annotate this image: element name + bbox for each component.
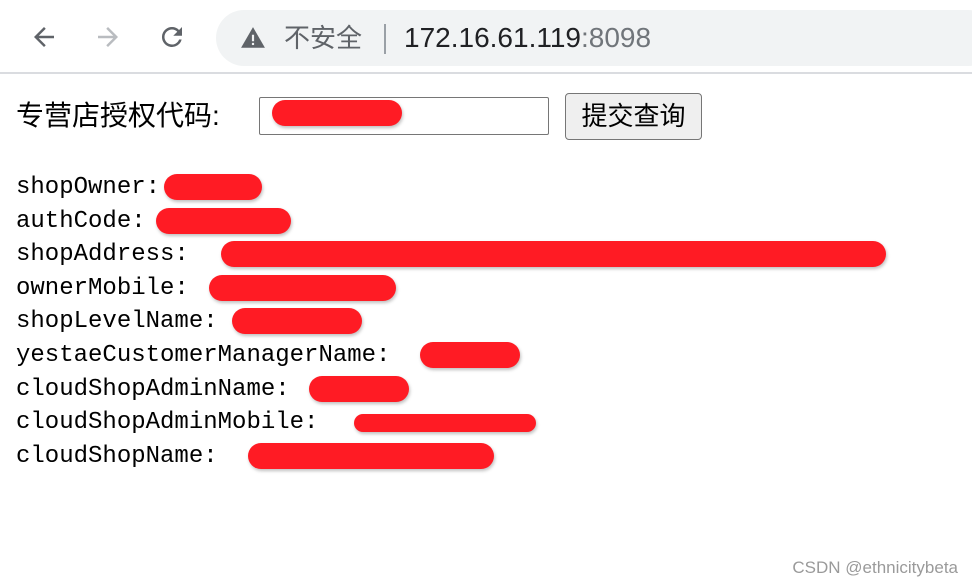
arrow-right-icon xyxy=(98,27,118,47)
info-row-shop-address: shopAddress: xyxy=(16,238,886,272)
warning-triangle-icon xyxy=(241,27,265,48)
cloud-shop-name-label: cloudShopName: xyxy=(16,442,218,470)
address-bar[interactable]: 不安全 172.16.61.119:8098 xyxy=(216,10,972,66)
info-row-owner-mobile: ownerMobile: xyxy=(16,272,396,306)
arrow-left-icon xyxy=(34,27,54,47)
csdn-watermark: CSDN @ethnicitybeta xyxy=(792,558,958,577)
auth-code-field-label: authCode: xyxy=(16,207,146,235)
info-row-cloud-admin-name: cloudShopAdminName: xyxy=(16,373,409,407)
url-text[interactable]: 172.16.61.119:8098 xyxy=(404,21,651,55)
cloud-shop-admin-name-label: cloudShopAdminName: xyxy=(16,375,290,403)
shop-address-label: shopAddress: xyxy=(16,241,189,269)
omnibox-divider xyxy=(384,24,386,54)
shop-level-name-label: shopLevelName: xyxy=(16,308,218,336)
info-row-auth-code: authCode: xyxy=(16,205,390,239)
redaction-mark xyxy=(272,100,402,126)
redaction-mark xyxy=(420,341,520,368)
redaction-mark xyxy=(354,414,536,433)
reload-button[interactable] xyxy=(154,19,190,55)
auth-code-label: 专营店授权代码: xyxy=(16,100,220,131)
back-button[interactable] xyxy=(26,19,62,55)
cloud-shop-admin-mobile-label: cloudShopAdminMobile: xyxy=(16,409,319,437)
submit-query-button[interactable]: 提交查询 xyxy=(565,93,702,140)
owner-mobile-label: ownerMobile: xyxy=(16,274,189,302)
shop-owner-label: shopOwner: xyxy=(16,174,161,201)
info-row-shop-level: shopLevelName: xyxy=(16,305,390,339)
url-host: 172.16.61.119 xyxy=(404,22,581,53)
redaction-mark xyxy=(221,241,886,268)
redaction-mark xyxy=(209,274,396,301)
url-port: :8098 xyxy=(580,22,652,53)
reload-icon xyxy=(161,26,182,47)
info-row-customer-manager: yestaeCustomerManagerName: xyxy=(16,339,520,373)
customer-manager-name-label: yestaeCustomerManagerName: xyxy=(16,341,391,369)
redaction-mark xyxy=(164,174,262,200)
redaction-mark xyxy=(232,308,362,335)
info-row-shop-owner: shopOwner: xyxy=(16,171,390,205)
browser-toolbar: 不安全 172.16.61.119:8098 xyxy=(0,0,972,74)
forward-button[interactable] xyxy=(90,19,126,55)
security-status-text[interactable]: 不安全 xyxy=(284,22,362,54)
redaction-mark xyxy=(248,442,494,469)
info-row-cloud-shop-name: cloudShopName: xyxy=(16,440,494,474)
info-row-cloud-admin-mobile: cloudShopAdminMobile: xyxy=(16,406,536,440)
redaction-mark xyxy=(309,375,409,402)
shop-info-list: shopOwner: authCode: shopAddress: ownerM… xyxy=(16,171,886,474)
redaction-mark xyxy=(156,207,291,234)
